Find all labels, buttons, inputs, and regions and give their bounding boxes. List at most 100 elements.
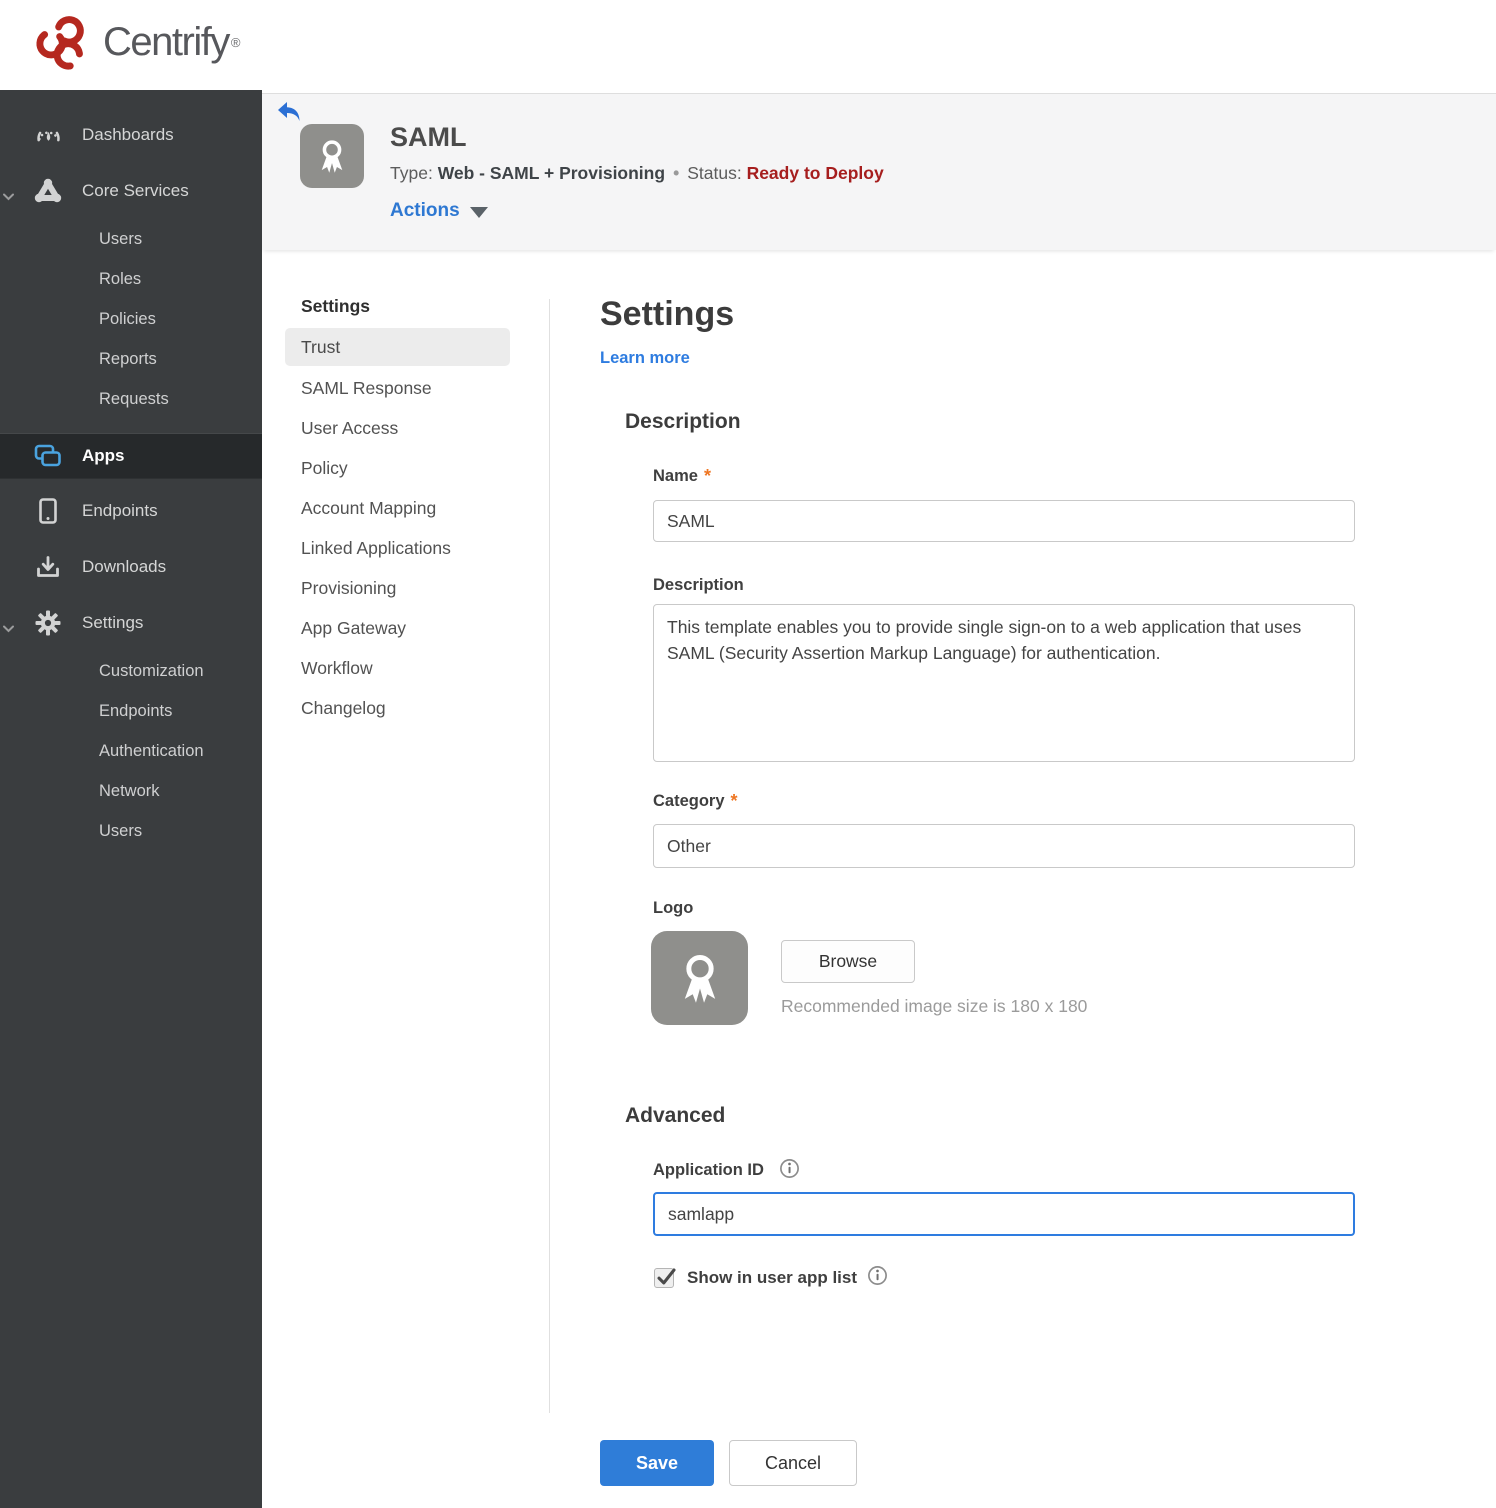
required-asterisk: * xyxy=(730,791,738,811)
page-title: Settings xyxy=(600,295,735,333)
sidebar-item-requests[interactable]: Requests xyxy=(0,379,262,419)
name-label-text: Name xyxy=(653,467,698,485)
sidebar-item-users[interactable]: Users xyxy=(0,219,262,259)
app-logo-tile xyxy=(300,124,364,188)
subnav-item-label: SAML Response xyxy=(301,377,432,398)
subnav-item-provisioning[interactable]: Provisioning xyxy=(301,568,521,608)
sidebar-item-customization[interactable]: Customization xyxy=(0,651,262,691)
meta-separator: • xyxy=(673,163,680,183)
checkbox-checked-icon[interactable] xyxy=(654,1268,676,1288)
subnav-item-saml-response[interactable]: SAML Response xyxy=(301,368,521,408)
subnav-item-label: Workflow xyxy=(301,657,373,678)
sidebar-item-network[interactable]: Network xyxy=(0,771,262,811)
subnav-item-label: Changelog xyxy=(301,697,386,718)
caret-down-icon xyxy=(469,207,488,218)
subnav-item-trust[interactable]: Trust xyxy=(285,328,510,366)
sidebar-item-label: Dashboards xyxy=(82,125,174,144)
sidebar-item-label: Core Services xyxy=(82,181,189,200)
subnav-item-changelog[interactable]: Changelog xyxy=(301,688,521,728)
ribbon-icon xyxy=(321,140,343,173)
sidebar-item-label: Reports xyxy=(99,349,157,368)
status-label: Status: xyxy=(687,163,742,183)
sidebar-item-label: Policies xyxy=(99,309,156,328)
sidebar-item-downloads[interactable]: Downloads xyxy=(0,539,262,595)
type-label: Type: xyxy=(390,163,433,183)
category-label: Category * xyxy=(653,791,738,812)
cancel-button[interactable]: Cancel xyxy=(729,1440,857,1486)
description-label: Description xyxy=(653,576,744,594)
subnav-list: SAML Response User Access Policy Account… xyxy=(301,368,521,728)
sidebar-item-label: Downloads xyxy=(82,557,167,576)
advanced-section-heading: Advanced xyxy=(625,1104,726,1127)
main-sidebar: Dashboards Core Services Users Roles Pol… xyxy=(0,90,262,1508)
sidebar-item-label: Network xyxy=(99,781,160,800)
subnav-item-account-mapping[interactable]: Account Mapping xyxy=(301,488,521,528)
subnav-item-user-access[interactable]: User Access xyxy=(301,408,521,448)
sidebar-item-reports[interactable]: Reports xyxy=(0,339,262,379)
sidebar-item-policies[interactable]: Policies xyxy=(0,299,262,339)
learn-more-link[interactable]: Learn more xyxy=(600,349,690,368)
subnav-item-label: Linked Applications xyxy=(301,537,451,558)
sidebar-item-label: Customization xyxy=(99,661,204,680)
subnav-item-policy[interactable]: Policy xyxy=(301,448,521,488)
gauge-icon xyxy=(31,122,65,149)
subnav-item-linked-applications[interactable]: Linked Applications xyxy=(301,528,521,568)
info-icon[interactable] xyxy=(779,1158,800,1184)
app-meta-line: Type: Web - SAML + Provisioning • Status: … xyxy=(390,163,884,184)
centrify-logo: Centrify ® xyxy=(33,6,240,78)
back-arrow-icon[interactable] xyxy=(276,100,302,124)
subnav-heading: Settings xyxy=(301,296,371,316)
logo-size-hint: Recommended image size is 180 x 180 xyxy=(781,996,1088,1016)
type-value: Web - SAML + Provisioning xyxy=(437,163,666,183)
sidebar-item-label: Users xyxy=(99,229,143,248)
sidebar-item-endpoints[interactable]: Endpoints xyxy=(0,483,262,539)
description-section-heading: Description xyxy=(625,410,741,433)
ribbon-icon xyxy=(684,955,715,1003)
device-icon xyxy=(31,497,65,525)
name-label: Name * xyxy=(653,466,711,487)
sidebar-item-settings[interactable]: Settings xyxy=(0,595,262,651)
logo-preview xyxy=(651,931,748,1025)
logo-label: Logo xyxy=(653,899,694,917)
sidebar-item-label: Users xyxy=(99,821,143,840)
description-field[interactable]: This template enables you to provide sin… xyxy=(653,604,1355,762)
info-icon[interactable] xyxy=(867,1265,888,1291)
name-field[interactable] xyxy=(653,500,1355,542)
subnav-item-workflow[interactable]: Workflow xyxy=(301,648,521,688)
application-id-label: Application ID xyxy=(653,1158,800,1184)
browse-button[interactable]: Browse xyxy=(781,940,915,983)
actions-dropdown[interactable]: Actions xyxy=(390,200,488,222)
sidebar-item-apps[interactable]: Apps xyxy=(0,433,262,479)
centrify-swirl-icon xyxy=(36,16,84,70)
chevron-expanded-icon xyxy=(3,186,14,206)
brand-trademark: ® xyxy=(230,34,241,50)
sidebar-item-authentication[interactable]: Authentication xyxy=(0,731,262,771)
sidebar-item-label: Endpoints xyxy=(99,701,173,720)
sidebar-item-label: Endpoints xyxy=(82,501,158,520)
category-field[interactable] xyxy=(653,824,1355,868)
application-id-label-text: Application ID xyxy=(653,1161,764,1179)
application-id-field[interactable] xyxy=(653,1192,1355,1236)
sidebar-item-roles[interactable]: Roles xyxy=(0,259,262,299)
brand-name: Centrify xyxy=(103,19,230,64)
sidebar-item-dashboards[interactable]: Dashboards xyxy=(0,107,262,163)
status-badge: Ready to Deploy xyxy=(746,163,884,183)
vertical-divider xyxy=(549,299,550,1413)
centrify-admin-screen: Centrify ® Dashboards Core Services User… xyxy=(0,0,1496,1508)
sidebar-item-settings-endpoints[interactable]: Endpoints xyxy=(0,691,262,731)
sidebar-item-label: Roles xyxy=(99,269,142,288)
subnav-item-app-gateway[interactable]: App Gateway xyxy=(301,608,521,648)
sidebar-item-core-services[interactable]: Core Services xyxy=(0,163,262,219)
actions-label: Actions xyxy=(390,200,460,221)
core-services-icon xyxy=(31,178,65,204)
save-button[interactable]: Save xyxy=(600,1440,714,1486)
subnav-item-label: Trust xyxy=(301,336,341,357)
subnav-item-label: App Gateway xyxy=(301,617,407,638)
sidebar-item-settings-users[interactable]: Users xyxy=(0,811,262,851)
chevron-expanded-icon xyxy=(3,618,14,638)
required-asterisk: * xyxy=(703,466,711,486)
gear-icon xyxy=(31,609,65,637)
top-bar: Centrify ® xyxy=(0,0,1496,90)
show-in-user-app-list-row[interactable]: Show in user app list xyxy=(654,1265,888,1291)
subnav-item-label: Account Mapping xyxy=(301,497,437,518)
